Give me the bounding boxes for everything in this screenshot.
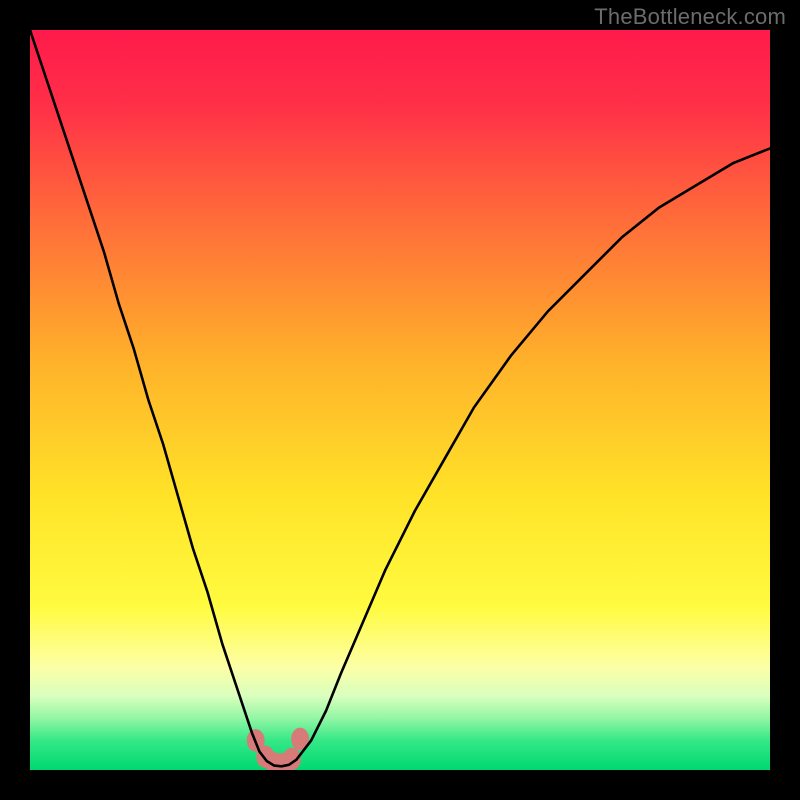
bottleneck-curve <box>30 30 770 766</box>
chart-frame: TheBottleneck.com <box>0 0 800 800</box>
trough-marker-group <box>247 728 309 770</box>
plot-area <box>30 30 770 770</box>
curve-layer <box>30 30 770 770</box>
watermark-text: TheBottleneck.com <box>594 4 786 30</box>
